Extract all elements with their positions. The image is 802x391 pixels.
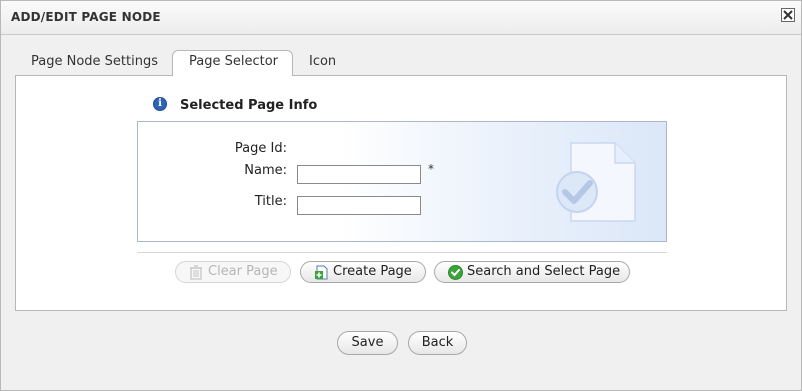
required-marker: *: [428, 162, 434, 176]
name-field[interactable]: [297, 165, 421, 184]
title-label: Title:: [254, 194, 287, 209]
page-id-label: Page Id:: [234, 141, 287, 156]
search-select-page-button[interactable]: Search and Select Page: [434, 261, 630, 283]
tab-page-selector[interactable]: Page Selector: [172, 50, 293, 76]
back-button[interactable]: Back: [408, 331, 467, 355]
tab-icon[interactable]: Icon: [309, 51, 336, 76]
add-edit-page-node-dialog: ADD/EDIT PAGE NODE Page Node Settings Pa…: [0, 0, 802, 391]
page-selector-panel: i Selected Page Info Page Id: Name: * Ti…: [15, 75, 787, 311]
page-check-icon: [556, 142, 636, 222]
create-page-button[interactable]: Create Page: [300, 261, 426, 283]
create-page-label: Create Page: [333, 264, 412, 279]
selected-page-info-heading: Selected Page Info: [180, 98, 318, 113]
create-page-icon: [315, 265, 328, 280]
trash-icon: [190, 265, 202, 280]
close-icon[interactable]: [781, 8, 795, 22]
clear-page-label: Clear Page: [208, 264, 278, 279]
save-button[interactable]: Save: [337, 331, 398, 355]
name-label: Name:: [244, 163, 287, 178]
dialog-titlebar: ADD/EDIT PAGE NODE: [1, 1, 801, 35]
check-circle-icon: [448, 265, 463, 280]
divider: [137, 252, 667, 253]
tab-page-node-settings[interactable]: Page Node Settings: [31, 51, 158, 76]
title-field[interactable]: [297, 196, 421, 215]
dialog-title: ADD/EDIT PAGE NODE: [11, 10, 161, 24]
info-icon: i: [153, 97, 167, 111]
clear-page-button[interactable]: Clear Page: [175, 261, 291, 283]
page-info-box: Page Id: Name: * Title:: [137, 121, 667, 242]
search-select-page-label: Search and Select Page: [467, 264, 621, 279]
